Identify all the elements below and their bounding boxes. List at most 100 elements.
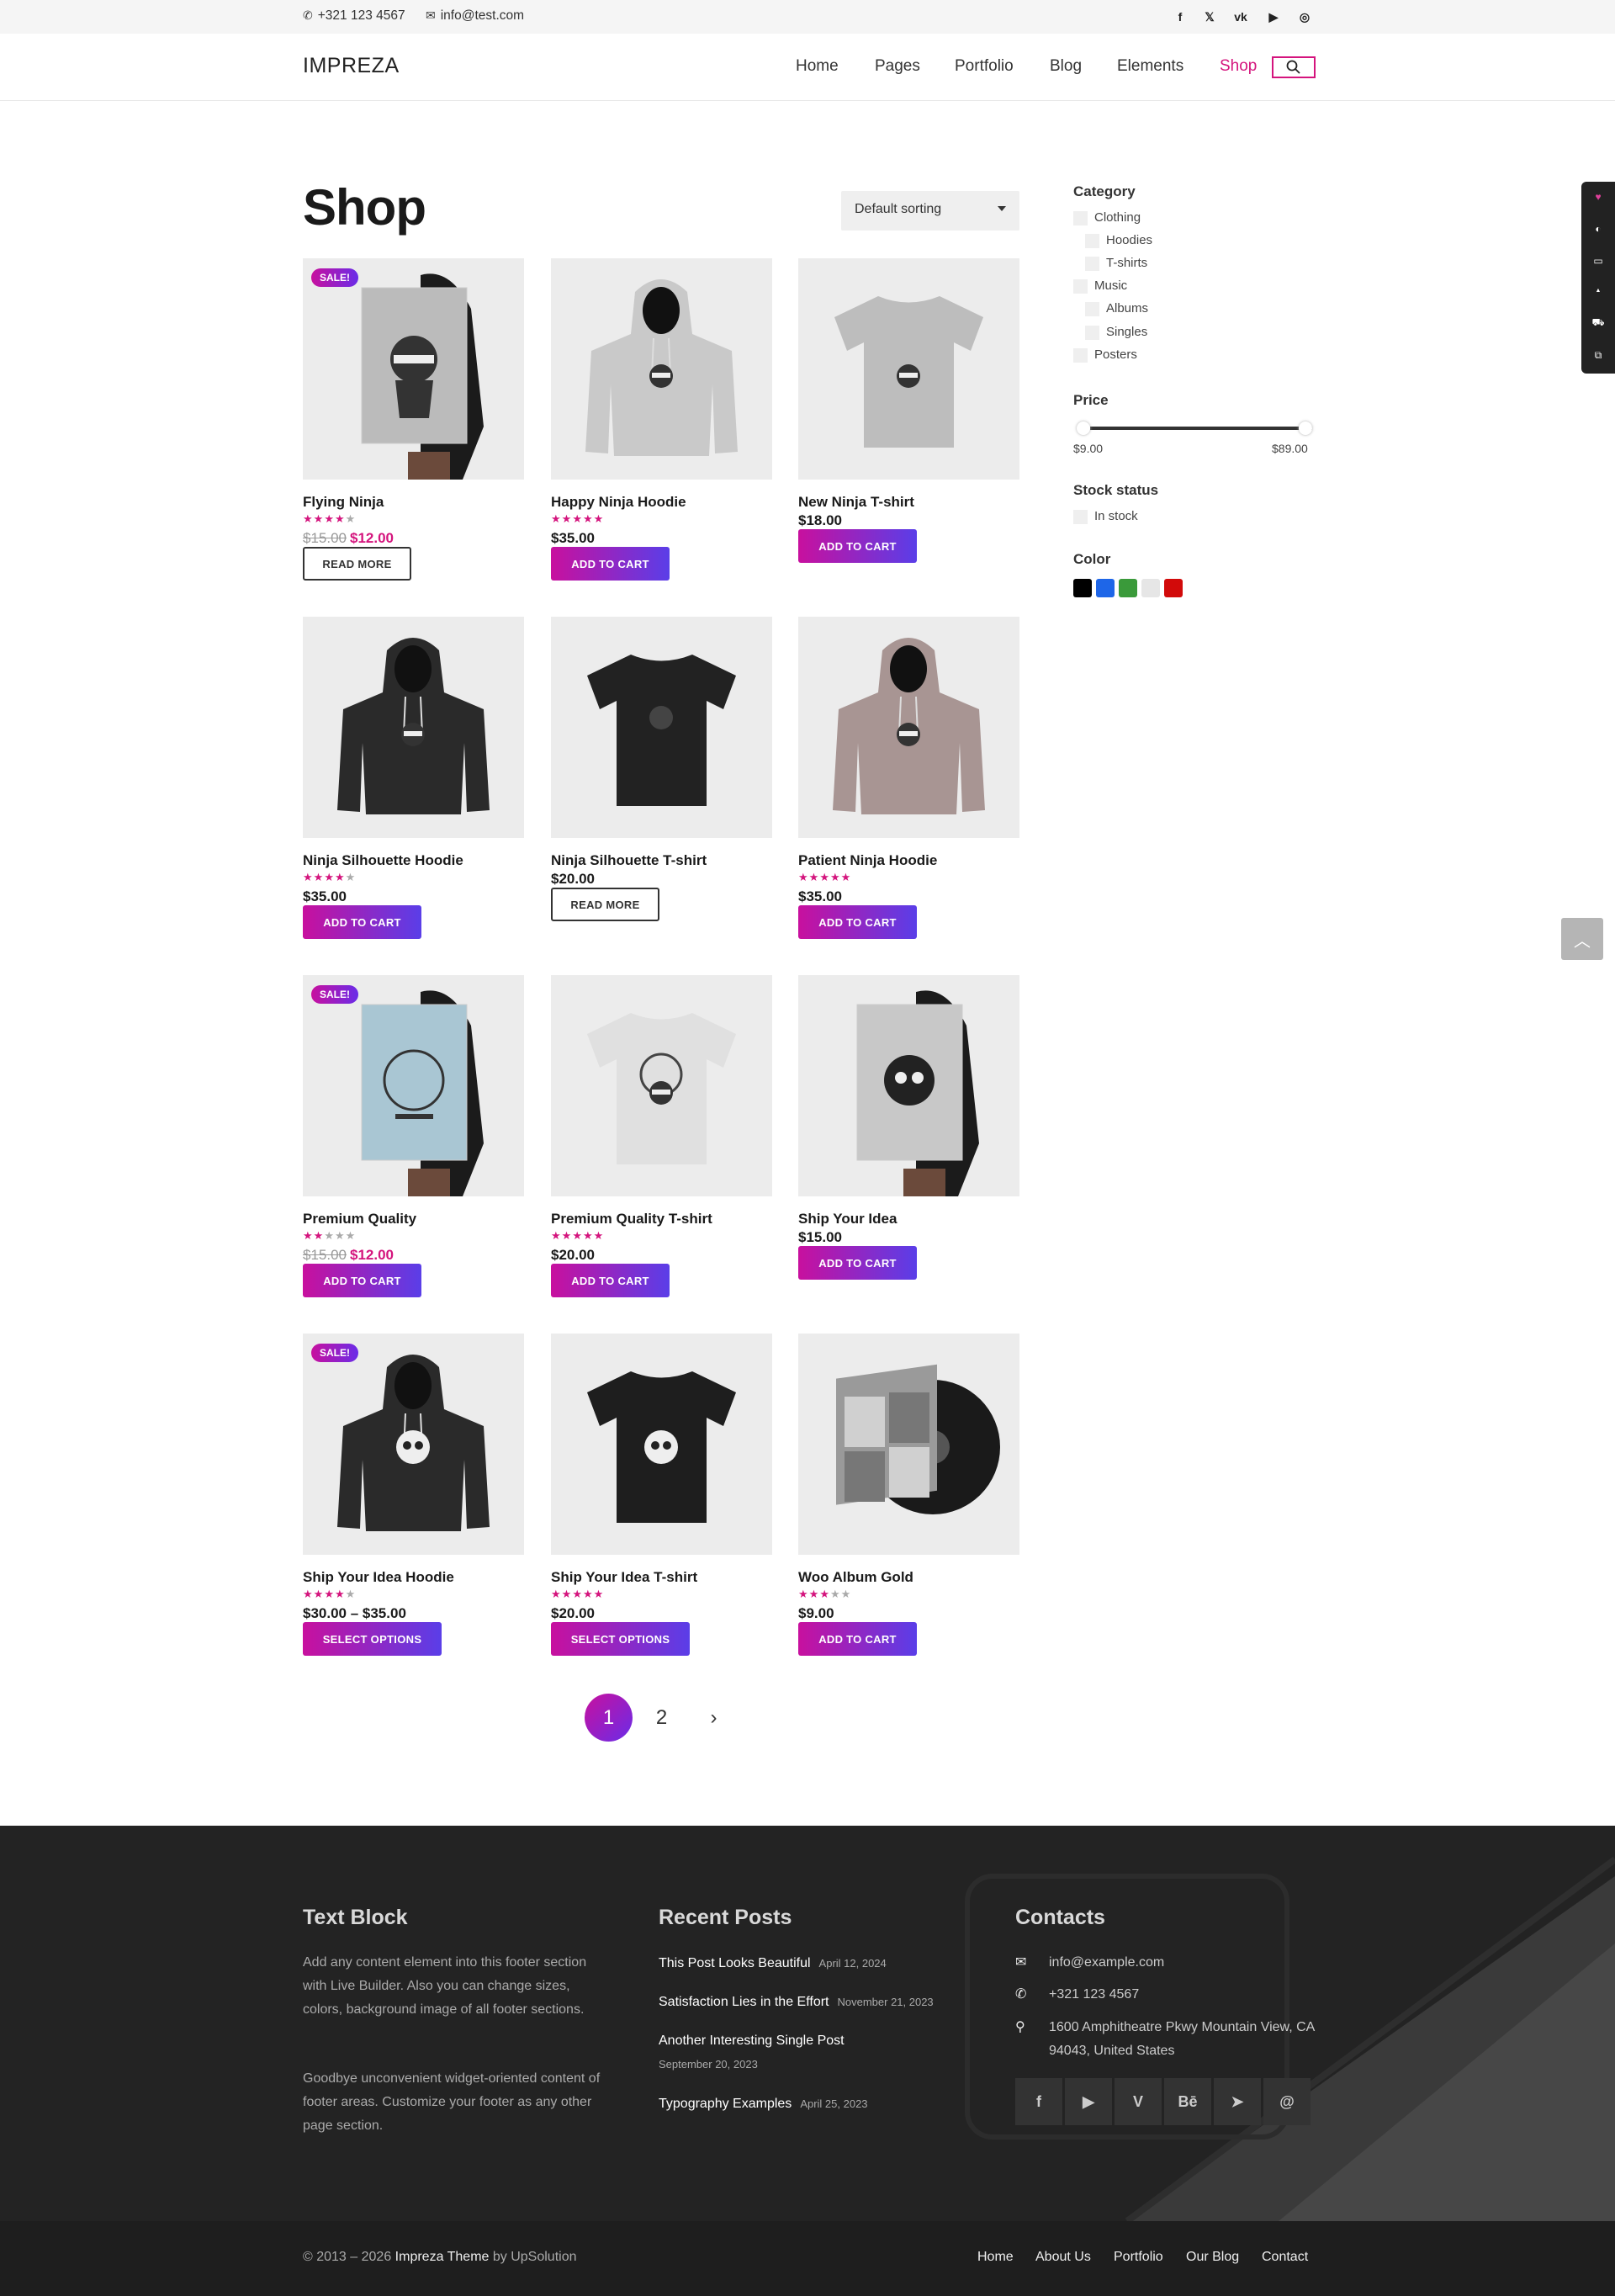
footer-link-about[interactable]: About Us xyxy=(1035,2250,1091,2265)
add-to-cart-button[interactable]: Add to cart xyxy=(798,1246,917,1280)
product-image[interactable] xyxy=(303,1334,524,1555)
checkbox[interactable] xyxy=(1085,233,1099,248)
product-image[interactable] xyxy=(551,617,772,838)
filter-hoodies[interactable]: Hoodies xyxy=(1085,233,1152,248)
recent-post-1[interactable]: This Post Looks Beautiful April 12, 2024 xyxy=(659,1956,887,1971)
nav-shop[interactable]: Shop xyxy=(1220,57,1257,76)
product-name[interactable]: Happy Ninja Hoodie xyxy=(551,494,686,511)
product-name[interactable]: New Ninja T-shirt xyxy=(798,494,914,511)
product-image[interactable] xyxy=(798,258,1019,480)
product-card[interactable]: Ship Your Idea $15.00 Add to cart xyxy=(798,975,1019,1280)
filter-posters[interactable]: Posters xyxy=(1073,347,1137,363)
filter-clothing[interactable]: Clothing xyxy=(1073,210,1141,225)
next-page-button[interactable]: › xyxy=(690,1694,738,1742)
color-swatch-black[interactable] xyxy=(1073,579,1092,597)
product-image[interactable] xyxy=(551,1334,772,1555)
checkbox[interactable] xyxy=(1085,301,1099,316)
product-card[interactable]: SALE! Premium Quality ★★★★★ $15.00 $12.00 Add… xyxy=(303,975,524,1297)
add-to-cart-button[interactable]: Add to cart xyxy=(551,547,670,581)
product-name[interactable]: Premium Quality xyxy=(303,1211,416,1228)
footer-vimeo-icon[interactable]: V xyxy=(1115,2078,1162,2125)
add-to-cart-button[interactable]: Add to cart xyxy=(798,1622,917,1656)
contact-email[interactable]: ✉ info@example.com xyxy=(1015,1951,1164,1975)
search-button[interactable] xyxy=(1272,56,1316,78)
nav-blog[interactable]: Blog xyxy=(1050,57,1082,76)
monitor-icon[interactable]: ▭ xyxy=(1590,252,1607,269)
select-options-button[interactable]: Select options xyxy=(551,1622,690,1656)
x-icon[interactable]: 𝕏 xyxy=(1199,7,1220,27)
filter-in-stock[interactable]: In stock xyxy=(1073,509,1138,524)
product-name[interactable]: Premium Quality T-shirt xyxy=(551,1211,712,1228)
product-name[interactable]: Woo Album Gold xyxy=(798,1569,913,1586)
product-card[interactable]: Ship Your Idea T-shirt ★★★★★ $20.00 Select … xyxy=(551,1334,772,1656)
vk-icon[interactable]: vk xyxy=(1231,7,1251,27)
product-image[interactable] xyxy=(303,975,524,1196)
read-more-button[interactable]: Read more xyxy=(551,888,659,921)
checkbox[interactable] xyxy=(1085,325,1099,340)
theme-link[interactable]: Impreza Theme xyxy=(395,2250,490,2264)
cart-icon[interactable]: ⛟ xyxy=(1590,315,1607,331)
product-card[interactable]: SALE! Flying Ninja ★★★★★ $15.00 $12.00 Read m… xyxy=(303,258,524,581)
add-to-cart-button[interactable]: Add to cart xyxy=(798,529,917,563)
color-swatch-white[interactable] xyxy=(1141,579,1160,597)
color-swatch-blue[interactable] xyxy=(1096,579,1115,597)
product-image[interactable] xyxy=(798,1334,1019,1555)
nav-home[interactable]: Home xyxy=(796,57,839,76)
nav-pages[interactable]: Pages xyxy=(875,57,920,76)
product-name[interactable]: Ninja Silhouette Hoodie xyxy=(303,852,463,869)
price-slider-min-handle[interactable] xyxy=(1077,422,1090,435)
checkbox[interactable] xyxy=(1073,210,1088,225)
price-slider-max-handle[interactable] xyxy=(1299,422,1312,435)
recent-post-2[interactable]: Satisfaction Lies in the Effort November … xyxy=(659,1995,934,2010)
palette-icon[interactable]: ◐ xyxy=(1590,220,1607,237)
checkbox[interactable] xyxy=(1073,509,1088,524)
facebook-icon[interactable]: f xyxy=(1170,7,1190,27)
nav-portfolio[interactable]: Portfolio xyxy=(955,57,1014,76)
product-card[interactable]: New Ninja T-shirt $18.00 Add to cart xyxy=(798,258,1019,563)
nav-elements[interactable]: Elements xyxy=(1117,57,1183,76)
product-card[interactable]: SALE! Ship Your Idea Hoodie ★★★★★ $30.00 – … xyxy=(303,1334,524,1656)
product-name[interactable]: Flying Ninja xyxy=(303,494,384,511)
color-swatch-green[interactable] xyxy=(1119,579,1137,597)
product-image[interactable] xyxy=(551,975,772,1196)
product-name[interactable]: Ship Your Idea T-shirt xyxy=(551,1569,697,1586)
filter-tshirts[interactable]: T-shirts xyxy=(1085,256,1147,271)
filter-singles[interactable]: Singles xyxy=(1085,325,1147,340)
product-image[interactable] xyxy=(798,975,1019,1196)
page-2[interactable]: 2 xyxy=(638,1694,686,1742)
footer-facebook-icon[interactable]: f xyxy=(1015,2078,1062,2125)
product-image[interactable] xyxy=(798,617,1019,838)
footer-threads-icon[interactable]: @ xyxy=(1263,2078,1311,2125)
product-card[interactable]: Ninja Silhouette T-shirt $20.00 Read more xyxy=(551,617,772,921)
product-image[interactable] xyxy=(551,258,772,480)
footer-link-contact[interactable]: Contact xyxy=(1262,2250,1308,2265)
test-drive-icon[interactable]: ▲ xyxy=(1590,283,1607,300)
add-to-cart-button[interactable]: Add to cart xyxy=(551,1264,670,1297)
filter-albums[interactable]: Albums xyxy=(1085,301,1148,316)
email-contact[interactable]: ✉ info@test.com xyxy=(426,8,524,24)
footer-link-blog[interactable]: Our Blog xyxy=(1186,2250,1239,2265)
add-to-cart-button[interactable]: Add to cart xyxy=(303,905,421,939)
checkbox[interactable] xyxy=(1085,256,1099,271)
product-name[interactable]: Ship Your Idea Hoodie xyxy=(303,1569,454,1586)
footer-youtube-icon[interactable]: ▶ xyxy=(1065,2078,1112,2125)
product-name[interactable]: Ninja Silhouette T-shirt xyxy=(551,852,707,869)
select-options-button[interactable]: Select options xyxy=(303,1622,442,1656)
checkbox[interactable] xyxy=(1073,278,1088,294)
instagram-icon[interactable]: ◎ xyxy=(1295,7,1315,27)
price-slider[interactable] xyxy=(1090,427,1312,430)
page-1[interactable]: 1 xyxy=(585,1694,633,1742)
product-card[interactable]: Premium Quality T-shirt ★★★★★ $20.00 Add to… xyxy=(551,975,772,1297)
footer-link-portfolio[interactable]: Portfolio xyxy=(1114,2250,1163,2265)
product-card[interactable]: Woo Album Gold ★★★★★ $9.00 Add to cart xyxy=(798,1334,1019,1656)
color-swatch-red[interactable] xyxy=(1164,579,1183,597)
checkbox[interactable] xyxy=(1073,347,1088,363)
recent-post-3[interactable]: Another Interesting Single Post xyxy=(659,2034,845,2049)
product-image[interactable] xyxy=(303,258,524,480)
add-to-cart-button[interactable]: Add to cart xyxy=(303,1264,421,1297)
phone-contact[interactable]: ✆ +321 123 4567 xyxy=(303,8,405,24)
back-to-top-button[interactable]: ︿ xyxy=(1561,918,1603,960)
read-more-button[interactable]: Read more xyxy=(303,547,411,581)
filter-music[interactable]: Music xyxy=(1073,278,1127,294)
product-card[interactable]: Happy Ninja Hoodie ★★★★★ $35.00 Add to cart xyxy=(551,258,772,581)
